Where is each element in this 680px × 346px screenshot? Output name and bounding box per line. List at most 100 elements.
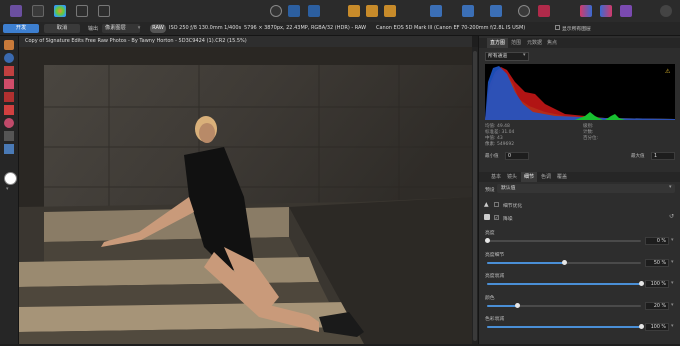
chevron-down-icon[interactable]: ▾ — [671, 280, 674, 286]
noise-reduction-checkbox[interactable]: ✓ — [494, 215, 499, 220]
overlay-paint-icon[interactable] — [4, 92, 14, 102]
max-label: 最大值 — [631, 154, 645, 159]
histogram-tab-bar: 直方图 范围 元数据 焦点 — [479, 38, 680, 48]
chevron-down-icon: ▾ — [523, 52, 526, 58]
detail-refine-icon: ▲ — [484, 201, 489, 208]
chevron-down-icon[interactable]: ▾ — [671, 259, 674, 265]
slider-value-input[interactable]: 100 % — [645, 280, 669, 288]
max-input[interactable]: 1 — [651, 152, 675, 160]
tab-metadata[interactable]: 元数据 — [527, 38, 542, 48]
white-balance-icon[interactable] — [4, 144, 14, 154]
noise-reduction-icon — [484, 214, 490, 220]
clipping-shadows-icon[interactable] — [308, 5, 320, 17]
align-icon[interactable] — [490, 5, 502, 17]
tab-scope[interactable]: 范围 — [511, 38, 521, 48]
show-clipping-label: 显示所有图层 — [562, 27, 591, 32]
slider-handle[interactable] — [561, 259, 567, 265]
chevron-down-icon[interactable]: ▾ — [671, 323, 674, 329]
camera-settings: ISO 250 ƒ/8 130.0mm 1/400s — [169, 25, 242, 31]
develop-persona-icon[interactable] — [54, 5, 66, 17]
split-channels-icon[interactable] — [600, 5, 612, 17]
raw-badge: RAW — [150, 24, 166, 33]
stat-pixels: 像素: 549692 — [485, 142, 515, 147]
tone-mapping-persona-icon[interactable] — [76, 5, 88, 17]
tab-basic[interactable]: 基本 — [491, 172, 501, 182]
slider-handle[interactable] — [638, 281, 644, 286]
studio-panel: 直方图 范围 元数据 焦点 所有通道 ▾ ⚠ 均值: 49.48 标准差: 31… — [478, 36, 680, 344]
mask-icon[interactable] — [538, 5, 550, 17]
crop-tool-icon[interactable] — [4, 131, 14, 141]
red-eye-tool-icon[interactable] — [4, 66, 14, 76]
image-canvas[interactable] — [19, 47, 472, 344]
chevron-down-icon[interactable]: ▾ — [671, 302, 674, 308]
clipping-highlights-icon[interactable] — [288, 5, 300, 17]
slider-value-input[interactable]: 20 % — [645, 301, 669, 310]
warning-icon[interactable]: ⚠ — [665, 68, 670, 75]
slider-handle[interactable] — [484, 238, 490, 243]
detail-refine-checkbox[interactable] — [494, 202, 499, 207]
slider-label: 颜色 — [485, 295, 495, 301]
slider-label: 色彩衰减 — [485, 317, 505, 322]
show-clipping-checkbox[interactable] — [555, 25, 560, 30]
slider-value-input[interactable]: 100 % — [645, 323, 669, 331]
snapping-icon[interactable] — [462, 5, 474, 17]
document-title: Copy of Signature Edits Free Raw Photos … — [19, 36, 472, 47]
blemish-tool-icon[interactable] — [4, 79, 14, 89]
before-after-icon[interactable] — [384, 5, 396, 17]
slider-track[interactable] — [487, 302, 641, 308]
primary-color-swatch[interactable] — [4, 172, 17, 185]
develop-tab-bar: 基本 镜头 细节 色调 覆盖 — [479, 172, 680, 182]
min-label: 最小值 — [485, 154, 499, 159]
overlay-erase-icon[interactable] — [4, 105, 14, 115]
tab-overlays[interactable]: 覆盖 — [557, 172, 567, 182]
reset-icon[interactable]: ↺ — [669, 213, 674, 220]
slider-fill — [487, 283, 641, 285]
view-toggle-icon[interactable] — [270, 5, 282, 17]
output-label: 输出 — [88, 26, 99, 32]
slider-track[interactable] — [487, 281, 644, 286]
slider-handle[interactable] — [638, 324, 644, 329]
photo-persona-icon[interactable] — [10, 5, 22, 17]
chevron-down-icon[interactable]: ▾ — [671, 237, 674, 243]
mirror-view-icon[interactable] — [366, 5, 378, 17]
chat-icon[interactable] — [518, 5, 530, 17]
user-account-icon[interactable] — [660, 5, 672, 17]
scrollbar-thumb[interactable] — [473, 51, 477, 341]
liquify-persona-icon[interactable] — [32, 5, 44, 17]
tab-histogram[interactable]: 直方图 — [487, 38, 509, 48]
cancel-button[interactable]: 取消 — [44, 24, 80, 33]
histogram-svg — [485, 66, 675, 120]
split-view-icon[interactable] — [348, 5, 360, 17]
slider-handle[interactable] — [515, 302, 521, 308]
slider-value-input[interactable]: 50 % — [645, 258, 669, 267]
slider-track[interactable] — [484, 238, 641, 243]
chevron-down-icon[interactable]: ▾ — [132, 24, 146, 33]
develop-button[interactable]: 开发 — [3, 24, 39, 33]
slider-label: 亮度 — [485, 231, 495, 236]
view-tool-icon[interactable] — [4, 40, 14, 50]
tools-panel: ▾ — [0, 36, 19, 344]
tab-lens[interactable]: 镜头 — [507, 172, 517, 182]
noise-reduction-label: 降噪 — [503, 217, 513, 222]
zoom-tool-icon[interactable] — [4, 53, 14, 63]
gradient-tool-icon[interactable] — [4, 118, 14, 128]
preset-select[interactable]: 默认值 — [497, 184, 675, 193]
context-toolbar: 开发 取消 输出 像素图层 ▾ RAW ISO 250 ƒ/8 130.0mm … — [0, 22, 680, 36]
main-toolbar — [0, 0, 680, 23]
slider-value-input[interactable]: 0 % — [645, 237, 669, 245]
tab-focus[interactable]: 焦点 — [547, 38, 557, 48]
slider-track[interactable] — [487, 324, 644, 329]
min-input[interactable]: 0 — [505, 152, 529, 160]
slider-fill — [487, 261, 564, 264]
slider-label: 亮度衰减 — [485, 274, 505, 279]
tab-tones[interactable]: 色调 — [541, 172, 551, 182]
slider-track[interactable] — [487, 259, 641, 265]
camera-model: Canon EOS 5D Mark III (Canon EF 70-200mm… — [376, 25, 526, 31]
rgb-channels-icon[interactable] — [580, 5, 592, 17]
color-picker-icon[interactable] — [620, 5, 632, 17]
assistant-icon[interactable] — [430, 5, 442, 17]
tab-details[interactable]: 细节 — [521, 172, 538, 182]
export-persona-icon[interactable] — [98, 5, 110, 17]
stat-percentile: 百分位: — [583, 136, 599, 141]
swap-colors-icon[interactable]: ▾ — [6, 186, 12, 192]
